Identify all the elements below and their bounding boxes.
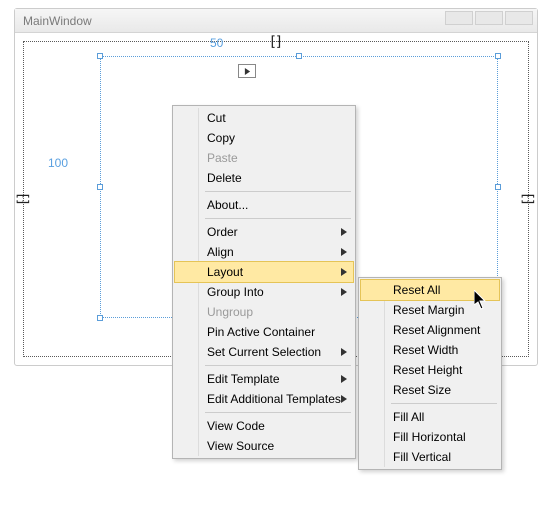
menu-item-label: Copy	[207, 131, 235, 145]
submenu-arrow-icon	[341, 248, 347, 256]
menu-separator	[205, 191, 351, 192]
submenu-arrow-icon	[341, 395, 347, 403]
menu-item-label: Reset Height	[393, 363, 462, 377]
menu-item-edit-additional-templates[interactable]: Edit Additional Templates	[175, 389, 353, 409]
menu-item-pin-active-container[interactable]: Pin Active Container	[175, 322, 353, 342]
menu-item-label: Ungroup	[207, 305, 253, 319]
menu-separator	[205, 412, 351, 413]
menu-item-copy[interactable]: Copy	[175, 128, 353, 148]
window-title: MainWindow	[23, 14, 92, 28]
submenu-arrow-icon	[341, 228, 347, 236]
menu-item-cut[interactable]: Cut	[175, 108, 353, 128]
element-adorner[interactable]	[238, 64, 256, 78]
menu-item-paste: Paste	[175, 148, 353, 168]
menu-item-view-code[interactable]: View Code	[175, 416, 353, 436]
resize-handle-tl[interactable]	[97, 53, 103, 59]
maximize-button[interactable]	[475, 11, 503, 25]
resize-handle-bl[interactable]	[97, 315, 103, 321]
menu-item-order[interactable]: Order	[175, 222, 353, 242]
anchor-left-icon: ⁅⁆	[16, 194, 30, 205]
layout-submenu[interactable]: Reset All Reset Margin Reset Alignment Rese…	[358, 277, 502, 470]
menu-separator	[205, 365, 351, 366]
menu-item-label: About...	[207, 198, 248, 212]
menu-item-label: Reset Alignment	[393, 323, 480, 337]
submenu-item-reset-margin[interactable]: Reset Margin	[361, 300, 499, 320]
menu-item-label: Reset Size	[393, 383, 451, 397]
context-menu[interactable]: Cut Copy Paste Delete About... Order Align Layo…	[172, 105, 356, 459]
anchor-right-icon: ⁅⁆	[522, 194, 536, 205]
menu-item-label: Fill Vertical	[393, 450, 451, 464]
submenu-item-fill-horizontal[interactable]: Fill Horizontal	[361, 427, 499, 447]
menu-item-label: Layout	[207, 265, 243, 279]
anchor-top-icon: ⁅⁆	[271, 34, 282, 48]
margin-left-label: 100	[48, 156, 68, 170]
menu-separator	[391, 403, 497, 404]
menu-item-ungroup: Ungroup	[175, 302, 353, 322]
menu-item-label: Fill All	[393, 410, 424, 424]
menu-item-label: Paste	[207, 151, 238, 165]
submenu-arrow-icon	[341, 348, 347, 356]
play-icon	[244, 68, 251, 75]
menu-item-label: Align	[207, 245, 234, 259]
menu-item-align[interactable]: Align	[175, 242, 353, 262]
minimize-button[interactable]	[445, 11, 473, 25]
submenu-item-reset-all[interactable]: Reset All	[361, 280, 499, 300]
close-button[interactable]	[505, 11, 533, 25]
menu-item-label: Cut	[207, 111, 226, 125]
menu-separator	[205, 218, 351, 219]
menu-item-label: Reset Width	[393, 343, 458, 357]
menu-item-label: View Code	[207, 419, 265, 433]
resize-handle-rm[interactable]	[495, 184, 501, 190]
submenu-arrow-icon	[341, 268, 347, 276]
titlebar[interactable]: MainWindow	[15, 9, 537, 33]
menu-item-label: Fill Horizontal	[393, 430, 466, 444]
menu-item-label: Reset Margin	[393, 303, 464, 317]
submenu-item-reset-width[interactable]: Reset Width	[361, 340, 499, 360]
menu-item-layout[interactable]: Layout	[175, 262, 353, 282]
resize-handle-tr[interactable]	[495, 53, 501, 59]
submenu-item-reset-size[interactable]: Reset Size	[361, 380, 499, 400]
menu-item-label: Pin Active Container	[207, 325, 315, 339]
resize-handle-tm[interactable]	[296, 53, 302, 59]
menu-item-set-current-selection[interactable]: Set Current Selection	[175, 342, 353, 362]
menu-item-about[interactable]: About...	[175, 195, 353, 215]
menu-item-view-source[interactable]: View Source	[175, 436, 353, 456]
submenu-item-reset-alignment[interactable]: Reset Alignment	[361, 320, 499, 340]
menu-item-label: Reset All	[393, 283, 440, 297]
menu-item-label: Edit Template	[207, 372, 280, 386]
menu-item-label: View Source	[207, 439, 274, 453]
menu-item-group-into[interactable]: Group Into	[175, 282, 353, 302]
menu-item-label: Set Current Selection	[207, 345, 321, 359]
submenu-arrow-icon	[341, 375, 347, 383]
submenu-item-reset-height[interactable]: Reset Height	[361, 360, 499, 380]
resize-handle-lm[interactable]	[97, 184, 103, 190]
menu-item-label: Group Into	[207, 285, 264, 299]
submenu-arrow-icon	[341, 288, 347, 296]
menu-item-delete[interactable]: Delete	[175, 168, 353, 188]
menu-item-label: Order	[207, 225, 238, 239]
submenu-item-fill-vertical[interactable]: Fill Vertical	[361, 447, 499, 467]
menu-item-edit-template[interactable]: Edit Template	[175, 369, 353, 389]
margin-top-label: 50	[210, 36, 223, 50]
menu-item-label: Edit Additional Templates	[207, 392, 341, 406]
submenu-item-fill-all[interactable]: Fill All	[361, 407, 499, 427]
menu-item-label: Delete	[207, 171, 242, 185]
window-caption-buttons	[445, 11, 533, 25]
